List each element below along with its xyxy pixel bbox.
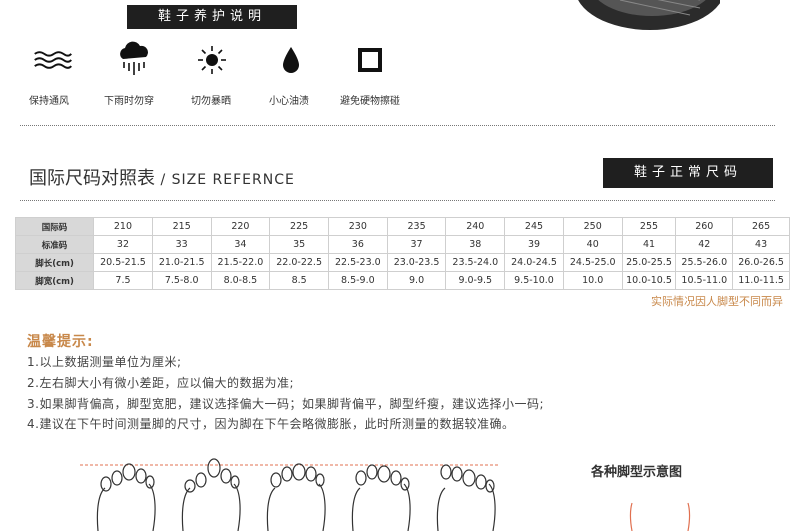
size-row-label: 标准码 [14, 235, 95, 254]
oil-drop-icon [271, 42, 311, 78]
size-cell: 34 [210, 235, 271, 254]
size-cell: 250 [562, 217, 623, 236]
size-cell: 21.5-22.0 [210, 253, 271, 272]
size-table-row: 脚宽(cm) 7.5 7.5-8.0 8.0-8.5 8.5 8.5-9.0 9.0 9.0-… [14, 271, 790, 290]
size-cell: 23.5-24.0 [445, 253, 506, 272]
size-cell: 36 [327, 235, 388, 254]
care-instructions-banner: 鞋子养护说明 [127, 5, 297, 29]
size-cell: 20.5-21.5 [93, 253, 153, 272]
normal-size-banner: 鞋子正常尺码 [603, 158, 773, 188]
divider [20, 200, 775, 201]
rain-cloud-icon [114, 41, 154, 78]
size-note: 实际情况因人脚型不同而异 [651, 295, 783, 308]
size-cell: 9.5-10.0 [504, 271, 564, 290]
size-cell: 225 [269, 217, 329, 236]
size-cell: 25.0-25.5 [621, 253, 677, 272]
size-cell: 9.0 [386, 271, 447, 290]
care-label-oil: 小心油渍 [269, 96, 309, 107]
size-cell: 215 [151, 217, 212, 236]
size-row-label: 脚长(cm) [14, 253, 95, 272]
size-cell: 42 [675, 235, 734, 254]
size-cell: 10.5-11.0 [675, 271, 734, 290]
care-label-no-sun: 切勿暴晒 [191, 96, 231, 107]
tip-line: 1.以上数据测量单位为厘米; [27, 355, 182, 369]
foot-shapes-illustration [80, 458, 498, 531]
size-table-row: 国际码 210 215 220 225 230 235 240 245 250 255 260 265 [14, 217, 790, 236]
foot-types-title: 各种脚型示意图 [591, 465, 683, 480]
size-cell: 43 [732, 235, 790, 254]
size-cell: 37 [386, 235, 447, 254]
size-cell: 22.0-22.5 [269, 253, 329, 272]
size-cell: 26.0-26.5 [732, 253, 790, 272]
size-row-label: 脚宽(cm) [14, 271, 95, 290]
size-cell: 245 [504, 217, 564, 236]
care-label-hard-objects: 避免硬物擦碰 [340, 96, 400, 107]
size-row-label: 国际码 [14, 217, 95, 236]
size-cell: 21.0-21.5 [151, 253, 212, 272]
size-cell: 22.5-23.0 [327, 253, 388, 272]
divider [20, 125, 775, 126]
tip-line: 2.左右脚大小有微小差距，应以偏大的数据为准; [27, 376, 294, 390]
size-cell: 25.5-26.0 [675, 253, 734, 272]
size-cell: 39 [504, 235, 564, 254]
size-cell: 230 [327, 217, 388, 236]
size-cell: 265 [732, 217, 790, 236]
tips-title: 温馨提示: [27, 334, 94, 350]
size-cell: 7.5-8.0 [151, 271, 212, 290]
size-cell: 255 [621, 217, 677, 236]
wind-icon [33, 42, 73, 78]
tip-line: 4.建议在下午时间测量脚的尺寸，因为脚在下午会略微膨胀，此时所测量的数据较准确。 [27, 417, 515, 431]
care-label-ventilate: 保持通风 [29, 96, 69, 107]
size-cell: 7.5 [93, 271, 153, 290]
size-cell: 10.0-10.5 [621, 271, 677, 290]
size-cell: 23.0-23.5 [386, 253, 447, 272]
foot-outline-illustration [629, 502, 691, 531]
size-cell: 8.5 [269, 271, 329, 290]
size-chart-title: 国际尺码对照表 / SIZE REFERNCE [29, 164, 295, 190]
size-cell: 38 [445, 235, 506, 254]
tip-line: 3.如果脚背偏高，脚型宽肥，建议选择偏大一码；如果脚背偏平，脚型纤瘦，建议选择小… [27, 397, 544, 411]
sun-icon [192, 42, 232, 78]
size-table-row: 脚长(cm) 20.5-21.5 21.0-21.5 21.5-22.0 22.0-22… [14, 253, 790, 272]
size-table: 国际码 210 215 220 225 230 235 240 245 250 255 260 265 标… [14, 217, 790, 290]
size-cell: 240 [445, 217, 506, 236]
size-cell: 220 [210, 217, 271, 236]
size-table-row: 标准码 32 33 34 35 36 37 38 39 40 41 42 43 [14, 235, 790, 254]
size-cell: 35 [269, 235, 329, 254]
size-cell: 8.5-9.0 [327, 271, 388, 290]
size-chart-title-cn: 国际尺码对照表 [29, 168, 155, 189]
size-cell: 40 [562, 235, 623, 254]
size-cell: 33 [151, 235, 212, 254]
size-cell: 235 [386, 217, 447, 236]
size-cell: 24.5-25.0 [562, 253, 623, 272]
care-label-no-rain: 下雨时勿穿 [104, 96, 154, 107]
shoe-sole-image [578, 0, 720, 30]
size-cell: 10.0 [562, 271, 623, 290]
hard-object-square-icon [350, 42, 390, 78]
size-cell: 9.0-9.5 [445, 271, 506, 290]
size-chart-title-en: / SIZE REFERNCE [155, 172, 295, 188]
size-cell: 24.0-24.5 [504, 253, 564, 272]
size-cell: 11.0-11.5 [732, 271, 790, 290]
size-cell: 32 [93, 235, 153, 254]
size-cell: 41 [621, 235, 677, 254]
size-cell: 8.0-8.5 [210, 271, 271, 290]
size-cell: 210 [93, 217, 153, 236]
size-cell: 260 [675, 217, 734, 236]
